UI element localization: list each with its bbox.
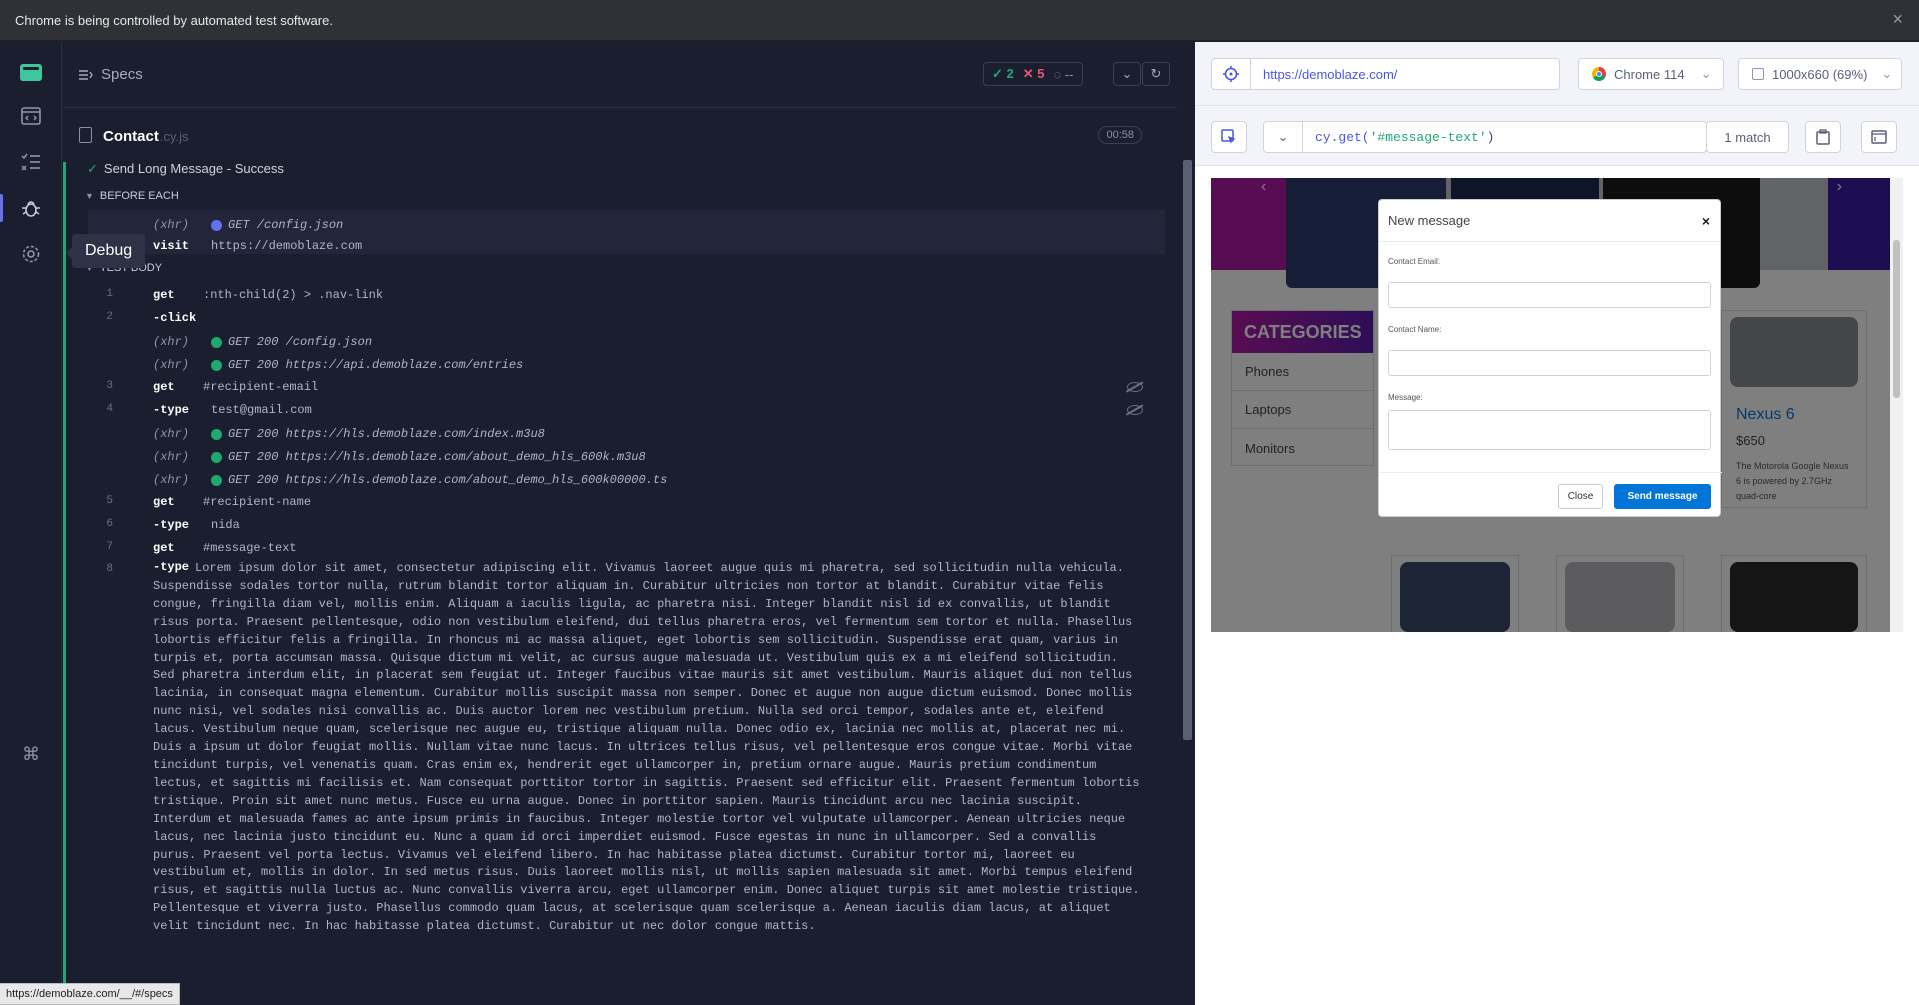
keyboard-shortcuts-icon[interactable]: ⌘ [0,734,62,774]
xhr-status-dot [211,452,222,463]
caret-down-icon: ▼ [85,191,94,201]
viewport-scroll-thumb[interactable] [1893,240,1900,398]
print-console-icon[interactable] [1861,121,1897,153]
aut-url-field[interactable]: https://demoblaze.com/ [1250,58,1560,90]
browser-select[interactable]: Chrome 114 ⌄ [1578,58,1724,90]
runs-list-icon[interactable] [0,142,62,182]
debug-bug-icon[interactable] [0,188,62,228]
message-label: Message: [1388,393,1423,402]
failed-count: ✕ 5 [1022,66,1045,81]
spec-file-name: Contact [103,127,159,145]
close-icon[interactable]: × [1892,9,1903,30]
close-button[interactable]: Close [1558,484,1603,509]
automation-banner-text: Chrome is being controlled by automated … [15,12,333,28]
selector-method-dropdown[interactable]: ⌄ [1263,121,1303,153]
xhr-status-dot [211,360,222,371]
spec-file-ext: .cy.js [159,128,189,144]
specs-header: Specs ✓ 2 ✕ 5 ◌ -- ⌄ ↻ [63,42,1177,108]
file-icon [79,127,92,143]
check-icon: ✓ [87,161,98,176]
chevron-down-icon: ⌄ [1881,66,1893,81]
specs-title: Specs [101,66,143,83]
spec-duration: 00:58 [1098,126,1142,144]
browser-icon[interactable] [0,96,62,136]
modal-footer: Close Send message [1379,472,1722,518]
aut-toolbar: https://demoblaze.com/ Chrome 114 ⌄ 1000x… [1195,42,1919,106]
rerun-icon[interactable]: ↻ [1142,62,1170,86]
app-logo-icon[interactable] [20,64,42,81]
copy-clipboard-icon[interactable] [1805,121,1841,153]
reporter-scroll-thumb[interactable] [1183,160,1192,740]
settings-gear-icon[interactable] [0,234,62,274]
xhr-status-dot [211,475,222,486]
specs-list-icon [79,69,93,80]
xhr-status-dot [211,337,222,348]
automation-banner: Chrome is being controlled by automated … [0,0,1919,41]
send-message-button[interactable]: Send message [1614,484,1711,509]
contact-email-input[interactable] [1388,282,1711,308]
contact-email-label: Contact Email: [1388,257,1441,266]
selector-playground: ⌄ cy.get('#message-text') 1 match [1195,106,1919,166]
spec-file-row: Contact .cy.js 00:58 [63,118,1177,154]
pending-count: ◌ -- [1053,66,1074,82]
chevron-down-icon[interactable]: ⌄ [1113,62,1141,86]
contact-name-input[interactable] [1388,350,1711,376]
test-status-bar [63,162,66,1005]
command-log-reporter: Specs ✓ 2 ✕ 5 ◌ -- ⌄ ↻ Contact .cy.js 00… [63,42,1177,1005]
pick-element-icon[interactable] [1211,121,1247,153]
viewport-select[interactable]: 1000x660 (69%) ⌄ [1738,58,1902,90]
specs-toggle[interactable]: Specs [79,66,143,83]
passed-count: ✓ 2 [992,66,1014,81]
xhr-status-dot [211,429,222,440]
contact-name-label: Contact Name: [1388,325,1442,334]
viewport-icon [1752,68,1764,80]
modal-close-icon[interactable]: × [1702,213,1710,229]
test-title[interactable]: ✓ Send Long Message - Success [87,161,284,177]
status-bar-url: https://demoblaze.com/__/#/specs [0,983,180,1005]
run-stats: ✓ 2 ✕ 5 ◌ -- [983,62,1083,86]
selector-playground-target-icon[interactable] [1211,58,1251,90]
before-each-section[interactable]: ▼ BEFORE EACH [85,190,179,202]
side-nav: ⌘ cy [0,42,62,1005]
selector-input[interactable]: cy.get('#message-text') [1302,121,1707,153]
new-message-modal: New message × Contact Email: Contact Nam… [1378,199,1722,518]
match-count: 1 match [1706,121,1789,153]
message-textarea[interactable] [1388,410,1711,450]
eye-slash-icon[interactable] [1127,382,1143,392]
command-list: ✓ Send Long Message - Success ▼ BEFORE EAC… [75,158,1165,1005]
debug-tooltip: Debug [65,234,146,268]
long-command-message[interactable]: Lorem ipsum dolor sit amet, consectetur … [153,560,1143,936]
viewport-scrollbar[interactable] [1890,178,1903,632]
modal-title: New message [1379,200,1720,242]
chrome-icon [1592,67,1606,81]
eye-slash-icon[interactable] [1127,405,1143,415]
xhr-status-dot [211,220,222,231]
chevron-down-icon: ⌄ [1700,66,1712,81]
chevron-down-icon: ⌄ [1277,129,1289,144]
